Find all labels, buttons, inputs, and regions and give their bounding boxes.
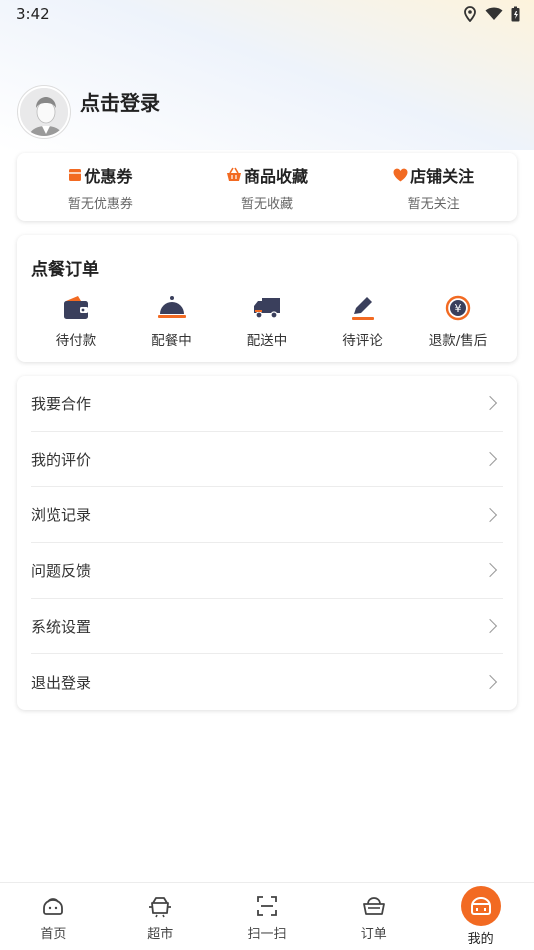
scan-icon (257, 896, 277, 916)
order-basket-icon (362, 897, 385, 915)
pencil-icon (351, 297, 374, 320)
tab-label: 我的 (467, 932, 494, 947)
refund-icon: ¥ (445, 295, 471, 321)
location-icon (464, 6, 476, 22)
profile-header[interactable]: 点击登录 (18, 86, 160, 138)
menu-item-label: 系统设置 (31, 617, 92, 636)
product-favorites-sub: 暂无收藏 (241, 196, 294, 212)
menu-item-label: 问题反馈 (31, 561, 92, 580)
store-follow-entry[interactable]: 店铺关注 暂无关注 (350, 153, 517, 221)
chevron-right-icon (482, 451, 498, 467)
order-refund-label: 退款/售后 (428, 333, 488, 349)
tab-supermarket[interactable]: 超市 (107, 883, 214, 950)
cloche-icon (157, 296, 186, 318)
login-link[interactable]: 点击登录 (80, 87, 160, 116)
svg-text:¥: ¥ (455, 302, 462, 315)
active-tab-bubble (460, 886, 501, 926)
order-status-row: 待付款 配餐中 配送中 待评论 ¥ 退款/售后 (31, 295, 503, 349)
heart-icon (393, 168, 408, 181)
bottom-tab-bar: 首页 超市 扫一扫 订单 我的 (0, 882, 534, 950)
wifi-icon (485, 7, 503, 20)
order-delivering[interactable]: 配送中 (222, 295, 312, 349)
orders-card: 点餐订单 待付款 配餐中 配送中 待评论 ¥ 退款/售后 (17, 235, 517, 362)
menu-item-feedback[interactable]: 问题反馈 (31, 543, 503, 599)
menu-item-settings[interactable]: 系统设置 (31, 599, 503, 655)
coupons-title: 优惠券 (84, 166, 133, 186)
order-to-review[interactable]: 待评论 (318, 295, 408, 349)
menu-item-history[interactable]: 浏览记录 (31, 487, 503, 544)
battery-icon (511, 6, 520, 22)
chevron-right-icon (482, 396, 498, 411)
product-favorites-entry[interactable]: 商品收藏 暂无收藏 (184, 153, 351, 221)
status-icons (463, 6, 520, 22)
tab-home[interactable]: 首页 (0, 883, 107, 950)
order-preparing[interactable]: 配餐中 (127, 295, 217, 349)
menu-item-my-reviews[interactable]: 我的评价 (31, 432, 503, 488)
tab-scan[interactable]: 扫一扫 (214, 883, 321, 950)
coupon-icon (69, 169, 82, 181)
chevron-right-icon (482, 507, 498, 522)
chevron-right-icon (482, 619, 498, 634)
chevron-right-icon (482, 563, 498, 578)
supermarket-icon (149, 897, 172, 918)
order-pending-payment-label: 待付款 (55, 333, 97, 349)
menu-item-label: 退出登录 (31, 673, 92, 692)
status-time: 3:42 (16, 5, 50, 23)
order-to-review-label: 待评论 (342, 333, 383, 349)
product-favorites-title: 商品收藏 (244, 166, 309, 186)
menu-item-label: 浏览记录 (31, 506, 92, 525)
order-refund[interactable]: ¥ 退款/售后 (413, 295, 503, 349)
status-bar: 3:42 (0, 0, 534, 28)
default-avatar-icon (20, 88, 68, 136)
tab-label: 首页 (40, 927, 67, 942)
menu-card: 我要合作 我的评价 浏览记录 问题反馈 系统设置 退出登录 (17, 376, 517, 710)
avatar[interactable] (18, 86, 70, 138)
wallet-icon (64, 296, 88, 319)
tab-label: 超市 (147, 927, 174, 942)
basket-icon (227, 167, 241, 181)
tab-profile[interactable]: 我的 (427, 883, 534, 950)
tab-label: 扫一扫 (247, 927, 287, 942)
truck-icon (254, 298, 280, 319)
order-pending-payment[interactable]: 待付款 (31, 295, 121, 349)
coupons-entry[interactable]: 优惠券 暂无优惠券 (17, 153, 184, 221)
profile-icon (470, 897, 491, 915)
coupons-sub: 暂无优惠券 (67, 196, 133, 212)
order-preparing-label: 配餐中 (151, 333, 192, 349)
orders-title: 点餐订单 (31, 260, 99, 280)
favorites-card: 优惠券 暂无优惠券 商品收藏 暂无收藏 店铺关注 暂无关注 (17, 153, 517, 221)
tab-label: 订单 (360, 927, 387, 942)
home-icon (43, 898, 64, 915)
store-follow-sub: 暂无关注 (407, 196, 460, 212)
menu-item-logout[interactable]: 退出登录 (31, 654, 503, 710)
store-follow-title: 店铺关注 (410, 166, 475, 186)
menu-item-cooperate[interactable]: 我要合作 (31, 376, 503, 432)
tab-orders[interactable]: 订单 (320, 883, 427, 950)
order-delivering-label: 配送中 (246, 333, 288, 349)
chevron-right-icon (482, 675, 498, 690)
menu-item-label: 我要合作 (31, 394, 92, 413)
menu-item-label: 我的评价 (31, 450, 92, 469)
